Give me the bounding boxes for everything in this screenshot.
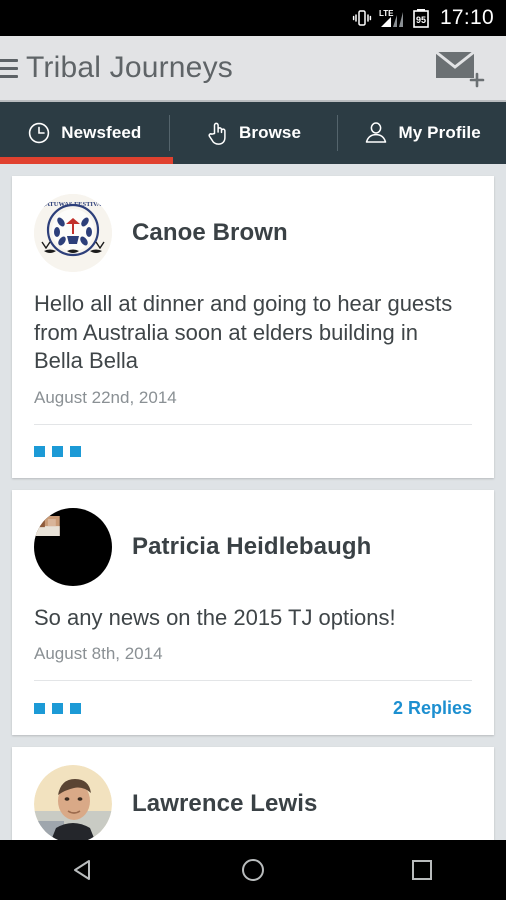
card-divider	[34, 423, 472, 425]
more-options-icon[interactable]	[34, 446, 81, 458]
home-button[interactable]	[213, 840, 293, 900]
black-placeholder-avatar[interactable]	[34, 507, 112, 586]
status-bar: LTE 95 17:10	[0, 0, 506, 36]
compose-message-icon[interactable]	[432, 46, 488, 90]
app-bar: Tribal Journeys	[0, 36, 506, 102]
svg-text:LTE: LTE	[379, 9, 394, 18]
active-tab-indicator	[0, 157, 173, 164]
post-body: So any news on the 2015 TJ options!	[34, 604, 396, 630]
hand-pointer-icon	[205, 120, 229, 146]
replies-link[interactable]: 2 Replies	[393, 698, 472, 719]
person-icon	[363, 121, 389, 145]
post-header: Lawrence Lewis	[34, 765, 472, 840]
hamburger-menu-icon[interactable]	[0, 58, 18, 78]
tab-my-profile-label: My Profile	[398, 123, 481, 142]
lte-signal-icon: LTE	[379, 8, 405, 29]
tab-bar: Newsfeed Browse My Profile	[0, 102, 506, 164]
post-card[interactable]: Lawrence Lewis Stay tuned for possible T…	[12, 747, 494, 840]
phone-screen: LTE 95 17:10 Tribal Journeys Newsfeed Br…	[0, 0, 506, 900]
newsfeed-list[interactable]: QATUWAS FESTIVAL Canoe Brown Hello all a…	[0, 164, 506, 840]
page-title: Tribal Journeys	[26, 51, 233, 84]
tab-my-profile[interactable]: My Profile	[337, 102, 506, 164]
recents-button[interactable]	[382, 840, 462, 900]
avatar-image-fragment	[34, 515, 60, 537]
back-button[interactable]	[44, 840, 124, 900]
post-author: Canoe Brown	[132, 219, 288, 246]
post-author: Patricia Heidlebaugh	[132, 532, 372, 560]
post-author: Lawrence Lewis	[132, 790, 318, 818]
post-date: August 8th, 2014	[34, 644, 163, 664]
qatuwas-festival-logo-avatar[interactable]: QATUWAS FESTIVAL	[34, 194, 112, 272]
tab-newsfeed[interactable]: Newsfeed	[0, 102, 169, 164]
post-body: Hello all at dinner and going to hear gu…	[34, 291, 453, 374]
post-header: QATUWAS FESTIVAL Canoe Brown	[34, 194, 472, 272]
post-footer	[34, 442, 472, 462]
svg-text:QATUWAS FESTIVAL: QATUWAS FESTIVAL	[40, 201, 106, 208]
more-options-icon[interactable]	[34, 703, 81, 715]
post-footer: 2 Replies	[34, 698, 472, 719]
post-date: August 22nd, 2014	[34, 387, 177, 407]
vibrate-icon	[352, 8, 372, 28]
android-nav-bar	[0, 840, 506, 900]
post-header: Patricia Heidlebaugh	[34, 507, 472, 586]
post-card[interactable]: QATUWAS FESTIVAL Canoe Brown Hello all a…	[12, 176, 494, 478]
battery-icon: 95	[412, 8, 430, 29]
post-card[interactable]: Patricia Heidlebaugh So any news on the …	[12, 489, 494, 736]
man-portrait-avatar[interactable]	[34, 765, 112, 840]
tab-browse-label: Browse	[239, 123, 302, 142]
battery-level: 95	[416, 15, 426, 25]
clock-time: 17:10	[439, 6, 494, 29]
tab-newsfeed-label: Newsfeed	[61, 123, 142, 142]
tab-browse[interactable]: Browse	[168, 102, 338, 164]
clock-icon	[27, 121, 51, 145]
card-divider	[34, 680, 472, 682]
